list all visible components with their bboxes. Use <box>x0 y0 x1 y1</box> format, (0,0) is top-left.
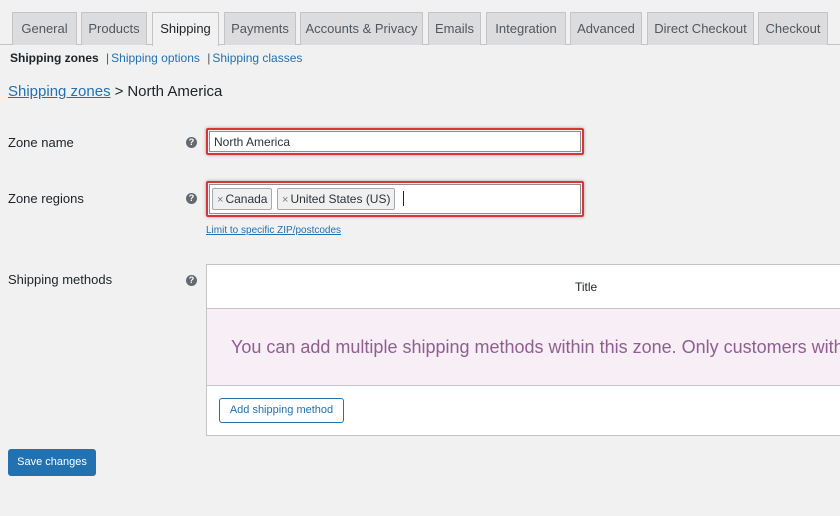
tab-emails[interactable]: Emails <box>428 12 481 45</box>
shipping-methods-label: Shipping methods <box>8 272 113 287</box>
region-chip-label: Canada <box>225 192 268 206</box>
breadcrumb-separator: > <box>114 83 124 100</box>
region-chip-label: United States (US) <box>290 192 391 206</box>
shipping-subnav: Shipping zones | Shipping options | Shippi… <box>10 51 302 65</box>
column-title: Title <box>575 280 598 294</box>
zone-name-label: Zone name <box>8 135 74 150</box>
tab-products[interactable]: Products <box>81 12 147 45</box>
subnav-shipping-classes[interactable]: Shipping classes <box>212 51 302 65</box>
tab-accounts-privacy[interactable]: Accounts & Privacy <box>300 12 423 45</box>
add-shipping-method-button[interactable]: Add shipping method <box>219 398 344 423</box>
text-cursor <box>403 191 404 206</box>
remove-icon[interactable]: × <box>217 194 223 206</box>
table-footer: Add shipping method <box>207 386 840 435</box>
tab-direct-checkout[interactable]: Direct Checkout <box>647 12 754 45</box>
breadcrumb-shipping-zones-link[interactable]: Shipping zones <box>8 83 111 100</box>
subnav-shipping-zones: Shipping zones <box>10 51 99 65</box>
tab-general[interactable]: General <box>12 12 77 45</box>
help-icon[interactable]: ? <box>186 275 197 286</box>
save-changes-button[interactable]: Save changes <box>8 449 96 476</box>
table-header: Title <box>207 265 840 309</box>
breadcrumb: Shipping zones > North America <box>8 83 222 100</box>
breadcrumb-current: North America <box>127 83 223 100</box>
tab-integration[interactable]: Integration <box>486 12 566 45</box>
tab-checkout[interactable]: Checkout <box>758 12 828 45</box>
shipping-methods-table: Title You can add multiple shipping meth… <box>206 264 840 436</box>
zone-name-input[interactable] <box>209 131 581 152</box>
blank-state-row: You can add multiple shipping methods wi… <box>207 309 840 386</box>
tab-payments[interactable]: Payments <box>224 12 296 45</box>
settings-tabs: General Products Shipping Payments Accou… <box>0 0 840 46</box>
subnav-shipping-options[interactable]: Shipping options <box>111 51 200 65</box>
limit-postcodes-link[interactable]: Limit to specific ZIP/postcodes <box>206 225 341 236</box>
subnav-separator: | <box>106 51 110 65</box>
region-chip-canada: × Canada <box>212 188 273 210</box>
tab-shipping[interactable]: Shipping <box>152 12 219 46</box>
help-icon[interactable]: ? <box>186 193 197 204</box>
help-icon[interactable]: ? <box>186 137 197 148</box>
tab-advanced[interactable]: Advanced <box>570 12 642 45</box>
blank-state-message: You can add multiple shipping methods wi… <box>231 337 840 357</box>
zone-regions-label: Zone regions <box>8 191 84 206</box>
subnav-separator: | <box>207 51 211 65</box>
remove-icon[interactable]: × <box>282 194 288 206</box>
region-chip-united-states: × United States (US) <box>277 188 396 210</box>
